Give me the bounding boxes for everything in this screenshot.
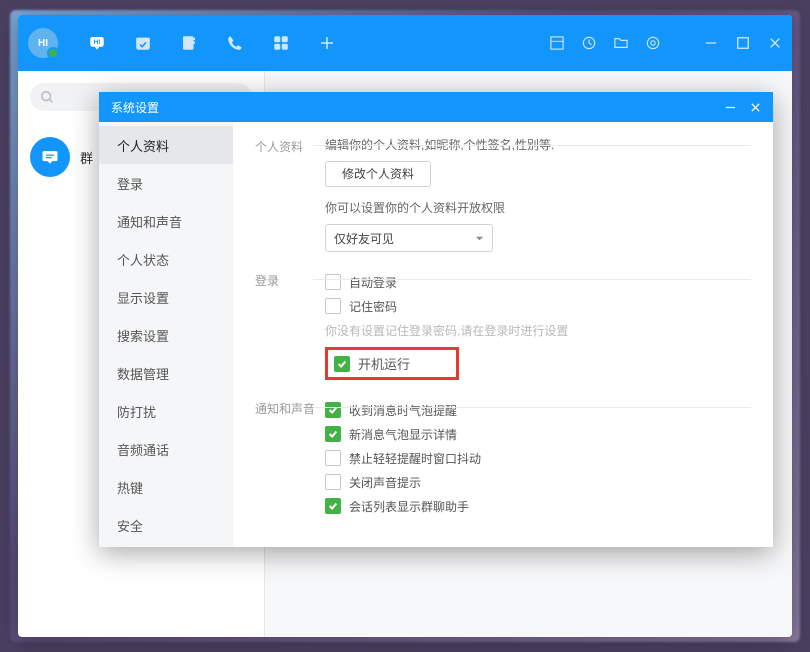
auto-login-checkbox[interactable]: 自动登录 (325, 270, 751, 294)
dialog-titlebar: 系统设置 (99, 92, 773, 122)
notify-label: 收到消息时气泡提醒 (349, 402, 457, 419)
svg-text:H!: H! (93, 39, 100, 46)
notify-checkbox[interactable]: 收到消息时气泡提醒 (325, 398, 751, 422)
nav-notify[interactable]: 通知和声音 (99, 202, 233, 240)
folder-icon[interactable] (614, 36, 628, 50)
nav-login[interactable]: 登录 (99, 164, 233, 202)
settings-nav: 个人资料 登录 通知和声音 个人状态 显示设置 搜索设置 数据管理 防打扰 音频… (99, 122, 233, 547)
titlebar: HI H! (18, 15, 792, 71)
nav-hotkey[interactable]: 热键 (99, 468, 233, 506)
notify-checkbox[interactable]: 新消息气泡显示详情 (325, 422, 751, 446)
privacy-select[interactable]: 仅好友可见 (325, 224, 493, 252)
nav-dnd[interactable]: 防打扰 (99, 392, 233, 430)
checkbox-icon (325, 498, 341, 514)
profile-desc: 编辑你的个人资料,如昵称,个性签名,性别等. (325, 136, 751, 153)
checkbox-icon (325, 274, 341, 290)
avatar[interactable]: HI (28, 28, 58, 58)
nav-icons: H! (88, 34, 336, 52)
edit-profile-button[interactable]: 修改个人资料 (325, 161, 431, 187)
nav-data[interactable]: 数据管理 (99, 354, 233, 392)
notify-checkbox[interactable]: 禁止轻轻提醒时窗口抖动 (325, 446, 751, 470)
nav-security[interactable]: 安全 (99, 506, 233, 544)
nav-audio[interactable]: 音频通话 (99, 430, 233, 468)
nav-profile[interactable]: 个人资料 (99, 126, 233, 164)
startup-highlight: 开机运行 (325, 347, 459, 380)
auto-login-label: 自动登录 (349, 274, 397, 291)
settings-content: 个人资料 编辑你的个人资料,如昵称,个性签名,性别等. 修改个人资料 你可以设置… (233, 122, 773, 547)
notify-checkbox[interactable]: 会话列表显示群聊助手 (325, 494, 751, 518)
remember-pwd-label: 记住密码 (349, 298, 397, 315)
checkbox-icon (325, 474, 341, 490)
snap-icon[interactable] (550, 36, 564, 50)
notify-label: 新消息气泡显示详情 (349, 426, 457, 443)
nav-display[interactable]: 显示设置 (99, 278, 233, 316)
nav-status[interactable]: 个人状态 (99, 240, 233, 278)
settings-dialog: 系统设置 个人资料 登录 通知和声音 个人状态 显示设置 搜索设置 数据管理 防… (99, 92, 773, 547)
nav-search[interactable]: 搜索设置 (99, 316, 233, 354)
checkbox-icon (325, 450, 341, 466)
privacy-desc: 你可以设置你的个人资料开放权限 (325, 199, 751, 216)
checkbox-icon (325, 298, 341, 314)
calendar-icon[interactable] (134, 34, 152, 52)
checkbox-icon (325, 426, 341, 442)
dialog-minimize-icon[interactable] (725, 102, 736, 113)
notify-label: 关闭声音提示 (349, 474, 421, 491)
notify-label: 会话列表显示群聊助手 (349, 498, 469, 515)
history-icon[interactable] (582, 36, 596, 50)
chevron-down-icon (475, 234, 484, 243)
notify-checkbox[interactable]: 关闭声音提示 (325, 470, 751, 494)
contacts-icon[interactable] (180, 34, 198, 52)
section-notify-label: 通知和声音 (255, 398, 325, 518)
plus-icon[interactable] (318, 34, 336, 52)
close-icon[interactable] (768, 36, 782, 50)
checkbox-icon (334, 356, 350, 372)
dialog-title: 系统设置 (111, 99, 159, 116)
checkbox-icon (325, 402, 341, 418)
gear-icon[interactable] (646, 36, 660, 50)
group-label: 群 (80, 148, 93, 167)
startup-label: 开机运行 (358, 354, 410, 373)
titlebar-right (550, 36, 782, 50)
remember-pwd-note: 你没有设置记住登录密码,请在登录时进行设置 (325, 322, 751, 339)
section-login-label: 登录 (255, 270, 325, 380)
remember-pwd-checkbox[interactable]: 记住密码 (325, 294, 751, 318)
chat-icon[interactable]: H! (88, 34, 106, 52)
phone-icon[interactable] (226, 34, 244, 52)
minimize-icon[interactable] (704, 36, 718, 50)
maximize-icon[interactable] (736, 36, 750, 50)
nav-update[interactable]: 自动更新 (99, 544, 233, 547)
privacy-select-value: 仅好友可见 (334, 230, 394, 247)
section-profile-label: 个人资料 (255, 136, 325, 252)
apps-icon[interactable] (272, 34, 290, 52)
search-icon (40, 90, 54, 104)
notify-label: 禁止轻轻提醒时窗口抖动 (349, 450, 481, 467)
active-tab-indicator (123, 71, 137, 78)
dialog-close-icon[interactable] (750, 102, 761, 113)
group-chat-icon (30, 137, 70, 177)
